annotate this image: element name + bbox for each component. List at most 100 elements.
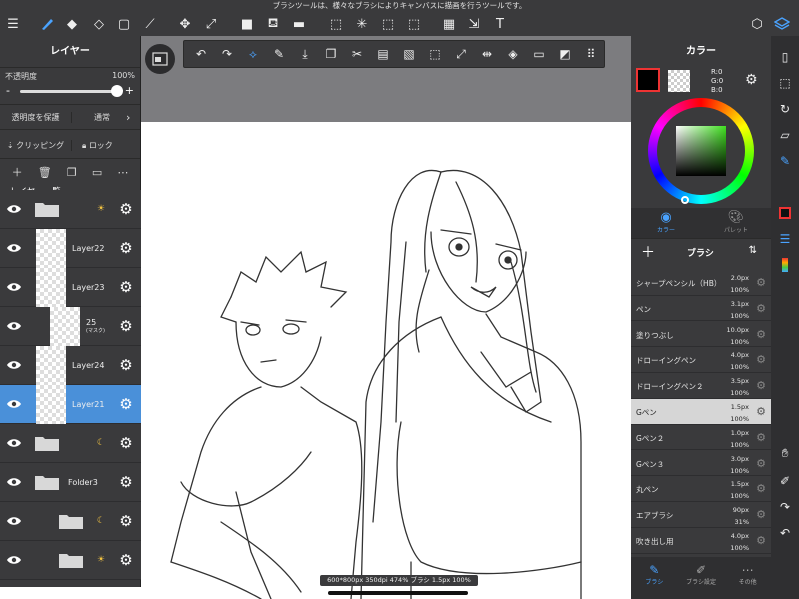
opacity-slider[interactable] [20, 90, 120, 93]
frame-tool-icon[interactable]: ▦ [439, 14, 459, 34]
operation-tool-icon[interactable]: ⇲ [464, 14, 484, 34]
deselect-icon[interactable]: ◈ [500, 42, 526, 66]
more-icon[interactable]: ⋯ [117, 166, 128, 179]
delete-layer-icon[interactable]: 🗑︎ [38, 166, 52, 179]
brush-item[interactable]: 吹き出し用 4.0px 100% ⚙ [631, 528, 771, 554]
hue-wheel[interactable] [648, 98, 754, 204]
layer-settings-gear-icon[interactable]: ⚙ [111, 239, 141, 257]
select-tool-icon[interactable]: ⬚ [326, 14, 346, 34]
tab-other[interactable]: ⋯ その他 [724, 557, 771, 599]
duplicate-layer-icon[interactable]: ❐ [67, 166, 77, 179]
eyedropper-rail-icon[interactable]: ✐ [776, 472, 794, 490]
eye-icon[interactable] [0, 399, 28, 409]
fill-color-icon[interactable]: ■ [237, 14, 257, 34]
tab-color[interactable]: ◉ カラー [631, 208, 701, 238]
protect-alpha-button[interactable]: 透明度を保護 [0, 111, 72, 123]
eye-icon[interactable] [0, 516, 28, 526]
add-brush-icon[interactable]: ＋ [641, 242, 655, 262]
add-layer-icon[interactable]: ＋ [12, 164, 23, 180]
flip-icon[interactable]: ⇹ [474, 42, 500, 66]
brush-item[interactable]: ペン 3.1px 100% ⚙ [631, 295, 771, 322]
brush-item[interactable]: Gペン３ 3.0px 100% ⚙ [631, 450, 771, 477]
layer-row[interactable]: ☀ ⚙ [0, 541, 141, 580]
redo-rail-icon[interactable]: ↷ [776, 498, 794, 516]
move-tool-icon[interactable]: ✥ [175, 14, 195, 34]
correction-icon[interactable]: ⟋ [140, 14, 160, 34]
clipping-button[interactable]: ⇣ クリッピング [0, 140, 72, 151]
eye-icon[interactable] [0, 438, 28, 448]
save-icon[interactable]: ⤓ [292, 42, 318, 66]
sort-icon[interactable]: ⇅ [749, 245, 757, 256]
layers-panel-icon[interactable] [772, 14, 792, 34]
layer-row[interactable]: ☾ ⚙ [0, 424, 141, 463]
material-icon[interactable]: ⬡ [747, 14, 767, 34]
blur-eraser-icon[interactable]: ◇ [89, 14, 109, 34]
brush-list-rail-icon[interactable]: ☰ [776, 230, 794, 248]
brush-gear-icon[interactable]: ⚙ [756, 534, 766, 547]
layer-settings-gear-icon[interactable]: ⚙ [111, 356, 141, 374]
eye-icon[interactable] [0, 360, 28, 370]
brush-gear-icon[interactable]: ⚙ [756, 405, 766, 418]
selection-rail-icon[interactable]: ⬚ [776, 74, 794, 92]
redo-icon[interactable]: ↷ [214, 42, 240, 66]
layer-row[interactable]: Layer23 ⚙ [0, 267, 141, 307]
brush-tool-icon[interactable] [37, 14, 57, 34]
brush-rail-icon[interactable]: ✎ [776, 152, 794, 170]
brush-gear-icon[interactable]: ⚙ [756, 379, 766, 392]
gradient-tool-icon[interactable]: ▬ [289, 14, 309, 34]
eye-icon[interactable] [0, 282, 28, 292]
tab-brush[interactable]: ✎ ブラシ [631, 557, 678, 599]
layer-row[interactable]: ☀ ⚙ [0, 190, 141, 229]
color-settings-gear-icon[interactable]: ⚙ [745, 72, 758, 88]
eraser-icon[interactable]: ◆ [62, 14, 82, 34]
menu-icon[interactable]: ☰ [3, 14, 23, 34]
paste-icon[interactable]: ▤ [370, 42, 396, 66]
brush-gear-icon[interactable]: ⚙ [756, 508, 766, 521]
brush-item[interactable]: 塗りつぶし 10.0px 100% ⚙ [631, 321, 771, 348]
eye-icon[interactable] [0, 321, 28, 331]
canvas-artwork[interactable] [141, 122, 631, 599]
layer-settings-gear-icon[interactable]: ⚙ [111, 512, 141, 530]
eye-icon[interactable] [0, 555, 28, 565]
pages-icon[interactable]: ▯ [776, 48, 794, 66]
magic-wand-icon[interactable]: ✳ [352, 14, 372, 34]
brush-item[interactable]: Gペン２ 1.0px 100% ⚙ [631, 424, 771, 451]
eye-icon[interactable] [0, 204, 28, 214]
layer-row[interactable]: Layer24 ⚙ [0, 345, 141, 385]
tab-palette[interactable]: 🎨︎ パレット [701, 208, 771, 238]
opacity-minus[interactable]: - [6, 84, 10, 97]
transform-icon[interactable]: ⤢ [448, 42, 474, 66]
blend-mode-select[interactable]: 通常 [72, 112, 126, 123]
layer-settings-gear-icon[interactable]: ⚙ [111, 317, 141, 335]
layer-row[interactable]: Folder3 ⚙ [0, 463, 141, 502]
brush-item[interactable]: ドローイングペン２ 3.5px 100% ⚙ [631, 373, 771, 399]
color-rail-icon[interactable] [776, 204, 794, 222]
layer-settings-gear-icon[interactable]: ⚙ [111, 551, 141, 569]
snap-icon[interactable]: ⟡ [240, 42, 266, 66]
hand-icon[interactable]: ✋︎ [776, 444, 794, 462]
saturation-box[interactable] [676, 126, 726, 176]
brush-gear-icon[interactable]: ⚙ [756, 328, 766, 341]
copy-icon[interactable]: ❐ [318, 42, 344, 66]
cut-icon[interactable]: ✂ [344, 42, 370, 66]
ruler-icon[interactable]: ▱ [776, 126, 794, 144]
undo-rail-icon[interactable]: ↶ [776, 524, 794, 542]
select-eraser-icon[interactable]: ⬚ [404, 14, 424, 34]
layer-row[interactable]: ☾ ⚙ [0, 502, 141, 541]
transform-tool-icon[interactable]: ⤢ [201, 14, 221, 34]
palette-rail-icon[interactable] [776, 256, 794, 274]
brush-gear-icon[interactable]: ⚙ [756, 302, 766, 315]
rectangle-tool-icon[interactable]: ▢ [114, 14, 134, 34]
brush-item[interactable]: Gペン 1.5px 100% ⚙ [631, 399, 771, 425]
rotate-icon[interactable]: ↻ [776, 100, 794, 118]
brush-item[interactable]: ドローイングペン 4.0px 100% ⚙ [631, 347, 771, 373]
eye-icon[interactable] [0, 243, 28, 253]
tab-brush-settings[interactable]: ✐ ブラシ設定 [678, 557, 725, 599]
selection-icon[interactable]: ▭ [526, 42, 552, 66]
navigator-button[interactable] [145, 44, 175, 74]
opacity-slider-thumb[interactable] [111, 85, 123, 97]
layer-settings-gear-icon[interactable]: ⚙ [111, 200, 141, 218]
opacity-plus[interactable]: + [125, 84, 134, 97]
brush-gear-icon[interactable]: ⚙ [756, 457, 766, 470]
layer-row[interactable]: Layer22 ⚙ [0, 228, 141, 268]
